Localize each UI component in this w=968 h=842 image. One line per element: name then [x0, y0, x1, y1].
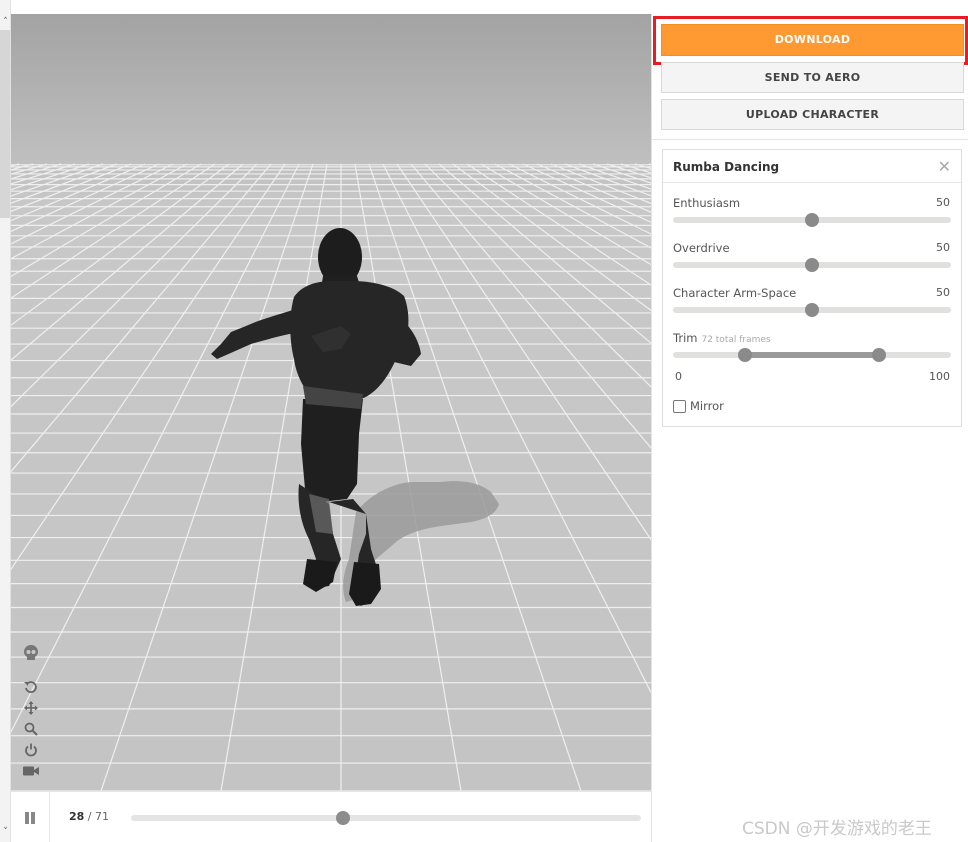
trim-range-fill — [745, 352, 879, 358]
overdrive-slider-knob[interactable] — [805, 258, 819, 272]
watermark-text: CSDN @开发游戏的老王 — [742, 819, 932, 839]
scene-render[interactable] — [11, 14, 651, 791]
trim-max-label: 100 — [929, 370, 950, 383]
skeleton-icon[interactable] — [21, 644, 41, 662]
enthusiasm-slider[interactable] — [673, 213, 951, 227]
timeline-knob[interactable] — [335, 811, 350, 825]
overdrive-label: Overdrive — [673, 241, 730, 255]
animation-title: Rumba Dancing — [673, 160, 780, 174]
card-header: Rumba Dancing ✕ — [663, 150, 961, 183]
pause-button[interactable] — [11, 792, 50, 842]
reset-view-icon[interactable] — [21, 678, 41, 696]
trim-range-slider[interactable] — [673, 348, 951, 362]
mirror-checkbox[interactable] — [673, 399, 686, 413]
overdrive-slider[interactable] — [673, 258, 951, 272]
frame-counter: 28 / 71 — [69, 810, 109, 823]
trim-label: Trim 72 total frames — [673, 331, 771, 345]
mirror-label: Mirror — [690, 399, 724, 413]
3d-viewport[interactable] — [11, 14, 651, 791]
current-frame: 28 — [69, 810, 85, 823]
enthusiasm-label: Enthusiasm — [673, 196, 741, 210]
close-icon[interactable]: ✕ — [938, 157, 951, 176]
panel-divider — [652, 139, 968, 140]
power-icon[interactable] — [21, 741, 41, 759]
arm-space-slider[interactable] — [673, 303, 951, 317]
overdrive-value: 50 — [936, 241, 950, 254]
playback-bar: 28 / 71 — [11, 791, 651, 842]
scroll-up-icon[interactable]: ˄ — [0, 16, 11, 28]
frame-separator: / — [84, 810, 96, 823]
scroll-down-icon[interactable]: ˅ — [0, 826, 11, 838]
trim-frames-note: 72 total frames — [701, 335, 771, 345]
trim-start-knob[interactable] — [738, 348, 753, 362]
upload-character-button[interactable]: UPLOAD CHARACTER — [661, 99, 964, 130]
scrollbar-thumb[interactable] — [0, 30, 10, 218]
trim-end-knob[interactable] — [871, 348, 886, 362]
enthusiasm-value: 50 — [936, 196, 950, 209]
arm-space-value: 50 — [936, 286, 950, 299]
pause-icon — [25, 811, 35, 824]
timeline-track[interactable] — [131, 811, 641, 825]
total-frames: 71 — [95, 810, 110, 823]
pan-icon[interactable] — [21, 699, 41, 717]
app-root: ˄ ˅ 28 / 71 DOWNLOAD SEND TO AERO UPLOAD… — [0, 0, 968, 842]
trim-min-label: 0 — [675, 370, 682, 383]
zoom-icon[interactable] — [21, 720, 41, 738]
download-button[interactable]: DOWNLOAD — [661, 24, 964, 56]
right-panel: DOWNLOAD SEND TO AERO UPLOAD CHARACTER R… — [651, 14, 968, 842]
arm-space-slider-knob[interactable] — [805, 303, 819, 317]
mirror-option[interactable]: Mirror — [673, 399, 724, 413]
send-to-aero-button[interactable]: SEND TO AERO — [661, 62, 964, 93]
animation-settings-card: Rumba Dancing ✕ Enthusiasm 50 Overdrive … — [662, 149, 962, 427]
arm-space-label: Character Arm-Space — [673, 286, 797, 300]
enthusiasm-slider-knob[interactable] — [805, 213, 819, 227]
trim-title: Trim — [673, 331, 698, 345]
camera-icon[interactable] — [21, 762, 41, 780]
page-scrollbar[interactable]: ˄ ˅ — [0, 0, 11, 842]
